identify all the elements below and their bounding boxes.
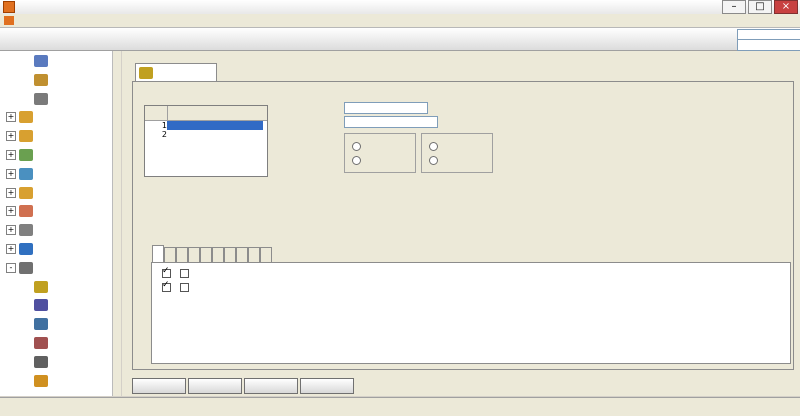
permission-checkbox[interactable] (162, 266, 171, 278)
column-header-number (145, 106, 168, 120)
tree-expander-icon[interactable]: + (6, 150, 16, 160)
exit-button[interactable] (300, 378, 354, 394)
action-button-bar (132, 378, 356, 394)
row-operator-name (167, 121, 263, 130)
tree-expander-icon[interactable]: + (6, 225, 16, 236)
database-backup-icon (34, 318, 48, 331)
sidebar-item[interactable] (34, 297, 51, 313)
calculator-icon (34, 355, 48, 368)
operator-password-field[interactable] (344, 116, 438, 128)
sidebar-item[interactable] (34, 316, 51, 332)
tree-expander-icon[interactable]: + (6, 112, 16, 123)
close-button[interactable]: × (774, 0, 798, 14)
sidebar-item[interactable]: + (6, 185, 36, 201)
operator-table-header (145, 106, 267, 121)
folder-icon (19, 186, 33, 199)
sidebar-item[interactable] (34, 53, 51, 69)
sidebar-item[interactable]: + (6, 147, 36, 163)
sidebar-item[interactable] (34, 72, 51, 88)
tree-expander-icon[interactable]: + (6, 206, 16, 217)
readonly-checkbox[interactable] (180, 269, 189, 278)
operator-name-field[interactable] (344, 102, 428, 114)
main-content: 1 2 (122, 51, 800, 396)
sidebar-item[interactable] (34, 354, 51, 370)
row-number: 1 (161, 121, 167, 130)
readonly-all-uncheck-radio[interactable] (429, 156, 441, 165)
menu-app-icon (4, 16, 14, 25)
readonly-group (421, 133, 493, 173)
maximize-button[interactable]: □ (748, 0, 772, 14)
sidebar-item[interactable]: + (6, 166, 36, 182)
delete-button[interactable] (188, 378, 242, 394)
sidebar-item[interactable]: + (6, 222, 36, 238)
folder-icon (19, 130, 33, 143)
sidebar-item[interactable]: + (6, 128, 36, 144)
menu-bar (0, 14, 800, 28)
tab-operator-permission-info[interactable] (135, 63, 217, 82)
sidebar-item[interactable]: + (6, 203, 36, 219)
permission-tab-body (151, 262, 791, 364)
sidebar-item[interactable] (34, 373, 51, 389)
radio-circle (352, 142, 361, 151)
sidebar-item[interactable]: - (6, 260, 36, 276)
save-button[interactable] (244, 378, 298, 394)
truck-icon (34, 73, 48, 86)
tree-expander-icon[interactable]: + (6, 244, 16, 254)
table-row[interactable]: 2 (145, 130, 267, 139)
report-icon (19, 224, 33, 237)
title-bar[interactable]: – □ × (0, 0, 800, 15)
enter-module-group (344, 133, 416, 173)
car-icon (34, 55, 48, 67)
sidebar-scrollbar[interactable] (112, 51, 121, 396)
readonly-all-check-radio[interactable] (429, 142, 441, 151)
minimize-button[interactable]: – (722, 0, 746, 14)
warehouse-icon (19, 149, 33, 161)
column-header-name (168, 106, 266, 120)
sidebar-item[interactable]: + (6, 109, 36, 125)
sidebar-item[interactable] (34, 335, 51, 351)
sidebar-tree: + + + + + + + + - (0, 51, 121, 396)
chart-icon (19, 167, 33, 180)
row-operator-name (167, 130, 263, 139)
tree-expander-icon[interactable]: + (6, 187, 16, 198)
readonly-checkbox[interactable] (180, 283, 189, 292)
table-row[interactable]: 1 (145, 121, 267, 130)
radio-circle (429, 142, 438, 151)
folder-icon (19, 111, 33, 124)
tree-expander-icon[interactable]: + (6, 131, 16, 142)
person-icon (34, 92, 48, 105)
permission-checkbox[interactable] (162, 280, 171, 292)
permission-row (162, 280, 192, 292)
app-window: – □ × + + + + + + + + - 1 2 ✓ ✓ (0, 0, 800, 416)
currency-icon (34, 374, 48, 387)
permission-tabs (152, 245, 272, 264)
password-icon (34, 299, 48, 312)
driver-search-input[interactable] (737, 39, 800, 51)
add-button[interactable] (132, 378, 186, 394)
enter-all-check-radio[interactable] (352, 142, 364, 151)
people-icon (19, 205, 33, 218)
app-icon (3, 1, 15, 13)
row-number: 2 (161, 130, 167, 139)
status-bar (0, 397, 800, 416)
key-icon (139, 67, 153, 79)
database-init-icon (34, 337, 48, 349)
tree-expander-icon[interactable]: - (6, 262, 16, 273)
radio-circle (352, 156, 361, 165)
sidebar-item[interactable] (34, 279, 51, 295)
sidebar-item[interactable]: + (6, 241, 36, 257)
operator-table: 1 2 (144, 105, 268, 177)
radio-circle (429, 156, 438, 165)
key-icon (34, 280, 48, 293)
enter-all-uncheck-radio[interactable] (352, 156, 364, 165)
permission-row (162, 266, 192, 278)
sidebar-item[interactable] (34, 91, 51, 107)
gear-icon (19, 261, 33, 274)
tree-expander-icon[interactable]: + (6, 168, 16, 179)
module-header (0, 28, 800, 51)
gps-icon (19, 243, 33, 255)
